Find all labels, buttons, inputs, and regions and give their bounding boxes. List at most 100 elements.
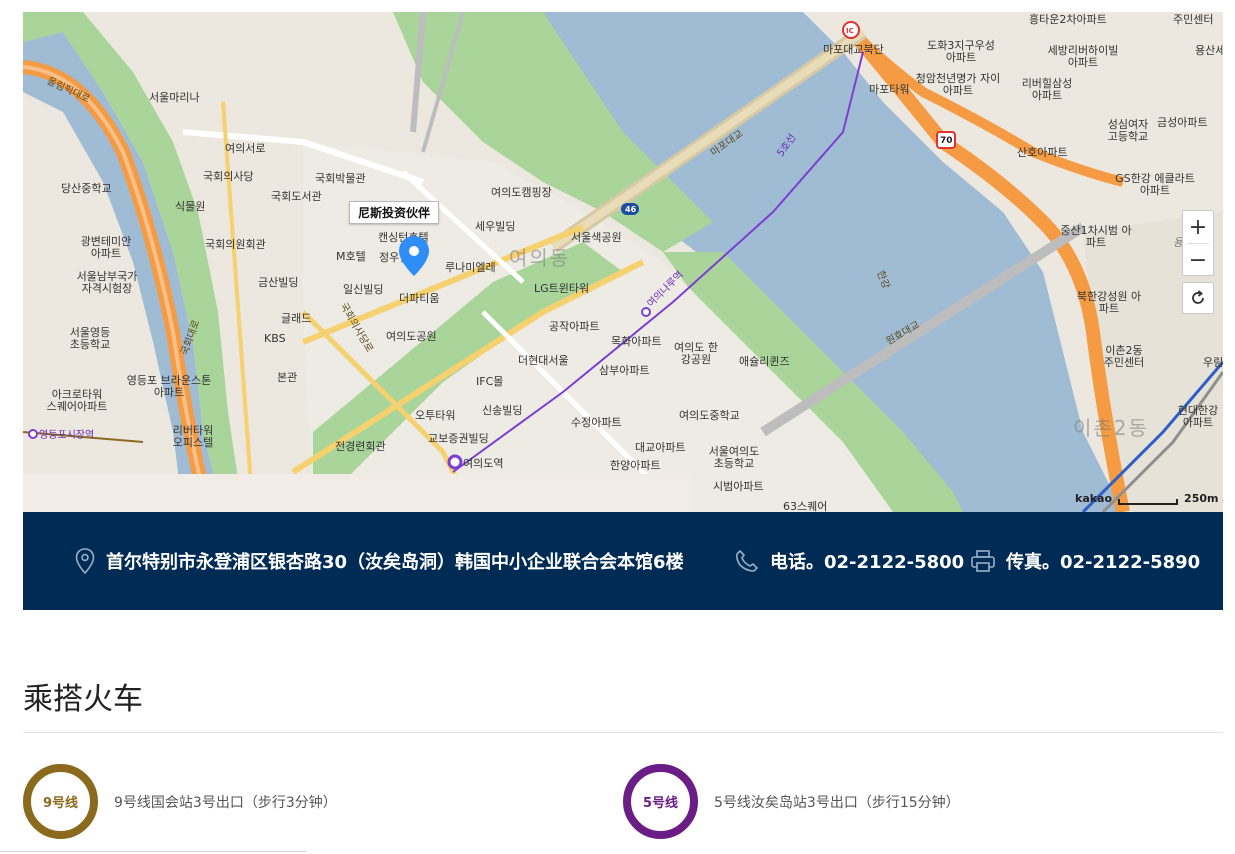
map-label: 당산중학교 <box>61 182 112 195</box>
map-label: 루나미엘레 <box>445 261 496 274</box>
location-pin-icon[interactable] <box>399 236 429 276</box>
map-area-label: 여의동 <box>509 246 571 270</box>
address-text: 首尔特别市永登浦区银杏路30（汝矣岛洞）韩国中小企业联合会本馆6楼 <box>106 552 684 573</box>
map-label: KBS <box>264 332 286 345</box>
map-label: 한양아파트 <box>610 459 661 472</box>
map-label: 중산1차시범 아파트 <box>1060 224 1132 249</box>
map-label: 서울여의도 초등학교 <box>708 445 760 470</box>
route-badge: 46 <box>625 205 637 214</box>
map-label: 국회박물관 <box>315 172 366 185</box>
map-label: 여의서로 <box>225 142 266 155</box>
map-label: LG트윈타워 <box>534 282 590 295</box>
map-label: 여의도공원 <box>386 330 437 343</box>
map-label: 서울색공원 <box>571 231 622 244</box>
location-icon <box>75 548 95 575</box>
map-label: 국회의사당 <box>203 170 254 183</box>
map-label: 리버타워 오피스텔 <box>172 424 214 449</box>
map-label: 마포대교북단 <box>823 43 884 56</box>
map-label: 서울남부국가 자격시험장 <box>76 270 138 295</box>
scale-bar <box>1118 499 1179 505</box>
map-label: 여의도역 <box>463 457 504 470</box>
map-label: 청암천년명가 자이아파트 <box>915 72 1001 97</box>
zoom-controls: + − <box>1182 210 1214 276</box>
map-label: 흥타운2차아파트 <box>1029 13 1107 26</box>
map-view[interactable]: 서울마리나 여의서로 국회의사당 국회박물관 국회도서관 국회의원회관 당산중학… <box>23 12 1223 512</box>
line-5-badge: 5号线 <box>623 764 698 839</box>
map-label: 서울마리나 <box>149 91 200 104</box>
map-label: 수정아파트 <box>571 416 622 429</box>
map-label: 국회도서관 <box>271 190 322 203</box>
map-label: 마포타워 <box>869 83 910 96</box>
map-label: 금성아파트 <box>1157 116 1208 129</box>
subway-line-9: 9号线 9号线国会站3号出口（步行3分钟） <box>23 764 337 839</box>
map-area-label: 이촌2동 <box>1073 416 1149 440</box>
map-label: 전경련회관 <box>335 440 386 453</box>
map-label: 교보증권빌딩 <box>428 432 489 445</box>
map-label: 세방리버하이빌 아파트 <box>1047 44 1119 69</box>
map-label: 글래드 <box>281 312 312 325</box>
map-label: 공작아파트 <box>549 320 600 333</box>
address-item: 首尔特别市永登浦区银杏路30（汝矣岛洞）韩国中小企业联合会本馆6楼 <box>74 512 684 610</box>
map-label: 삼부아파트 <box>599 364 650 377</box>
map-label: 여의도 한강공원 <box>674 341 718 366</box>
map-label: 아크로타워 스퀘어아파트 <box>46 388 108 413</box>
route-badge: 70 <box>940 136 953 146</box>
map-scale: kakao 250m <box>1075 492 1218 505</box>
phone-item: 电话。02-2122-5800 <box>734 512 964 610</box>
line-9-description: 9号线国会站3号出口（步行3分钟） <box>114 794 337 811</box>
kakao-logo: kakao <box>1075 492 1113 505</box>
map-label: 오투타워 <box>415 409 456 422</box>
map-label: 63스퀘어 <box>783 500 828 513</box>
map-label: M호텔 <box>336 250 366 263</box>
map-label: 우림 <box>1203 356 1223 369</box>
refresh-icon <box>1192 290 1204 304</box>
map-label: 주민센터 <box>1173 13 1214 26</box>
map-label: 일신빌딩 <box>343 283 384 296</box>
map-label: 도화3지구우성 아파트 <box>927 39 995 64</box>
map-label: 리버힐삼성 아파트 <box>1021 77 1073 102</box>
map-label: 영등포시장역 <box>39 430 95 441</box>
map-label: 여의도캠핑장 <box>491 186 552 199</box>
reset-map-button[interactable] <box>1182 282 1214 314</box>
map-label: 목화아파트 <box>611 335 662 348</box>
map-label: 성심여자 고등학교 <box>1107 118 1149 143</box>
phone-icon <box>736 549 759 572</box>
map-label: 서울영등 초등학교 <box>69 326 111 351</box>
map-label: 시범아파트 <box>713 480 764 493</box>
map-label: 더현대서울 <box>518 354 569 367</box>
map-label: 용산세 <box>1195 44 1223 57</box>
map-label: 북한강성원 아파트 <box>1076 290 1142 315</box>
zoom-out-button[interactable]: − <box>1183 244 1213 276</box>
map-label: 본관 <box>277 371 298 384</box>
map-label: 광변테미안 아파트 <box>80 235 132 260</box>
map-label: GS한강 에클라트아파트 <box>1115 172 1195 197</box>
map-label: 영등포 브라운스톤아파트 <box>126 374 212 399</box>
printer-icon <box>971 550 995 572</box>
zoom-in-button[interactable]: + <box>1183 211 1213 243</box>
contact-info-bar: 首尔特别市永登浦区银杏路30（汝矣岛洞）韩国中小企业联合会本馆6楼 电话。02-… <box>23 512 1223 610</box>
subway-line-5: 5号线 5号线汝矣岛站3号出口（步行15分钟） <box>623 764 960 839</box>
line-9-badge: 9号线 <box>23 764 98 839</box>
route-badge: IC <box>846 27 854 35</box>
map-label: 식물원 <box>175 200 206 213</box>
map-label: IFC몰 <box>476 375 504 388</box>
map-label: 현대한강 아파트 <box>1177 404 1219 429</box>
location-marker-label[interactable]: 尼斯投资伙伴 <box>349 201 440 224</box>
map-label: 금산빌딩 <box>258 276 299 289</box>
map-label: 세우빌딩 <box>475 220 516 233</box>
map-label: 대교아파트 <box>635 441 686 454</box>
map-label: 산호아파트 <box>1017 146 1068 159</box>
map-label: 더파티움 <box>399 292 440 305</box>
section-title: 乘搭火车 <box>23 682 143 717</box>
fax-item: 传真。02-2122-5890 <box>970 512 1200 610</box>
phone-text[interactable]: 电话。02-2122-5800 <box>770 548 964 574</box>
bottom-divider <box>0 851 306 852</box>
map-label: 신송빌딩 <box>482 404 523 417</box>
line-5-description: 5号线汝矣岛站3号出口（步行15分钟） <box>714 794 960 811</box>
map-label: 애슐리퀸즈 <box>739 355 790 368</box>
section-divider <box>23 732 1223 733</box>
map-label: 국회의원회관 <box>205 238 266 251</box>
map-label: 이촌2동 주민센터 <box>1103 344 1145 369</box>
scale-text: 250m <box>1184 492 1219 505</box>
map-label: 여의도중학교 <box>679 409 740 422</box>
